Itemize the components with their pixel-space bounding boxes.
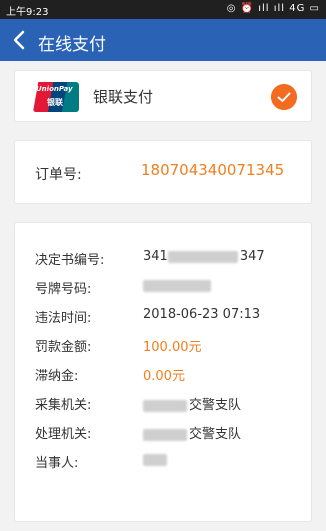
unionpay-logo: UnionPay 银联: [33, 82, 79, 112]
processing-org-value: 交警支队: [143, 423, 241, 442]
late-fee-label: 滞纳金:: [35, 369, 79, 384]
decision-number-prefix: 341: [143, 249, 168, 264]
redacted-block: [143, 453, 167, 466]
page-title: 在线支付: [38, 35, 106, 55]
decision-number-value: 341 347: [143, 249, 265, 264]
party-row: 当事人:: [15, 447, 313, 476]
decision-number-label: 决定书编号:: [35, 253, 105, 268]
redacted-block: [143, 399, 187, 412]
fine-amount-value: 100.00元: [143, 340, 202, 355]
plate-number-value: [143, 278, 213, 293]
unionpay-logo-text-en: UnionPay: [36, 85, 73, 93]
collecting-org-label: 采集机关:: [35, 398, 92, 413]
violation-time-value: 2018-06-23 07:13: [143, 307, 261, 322]
order-number-value: 180704340071345: [141, 161, 285, 179]
order-card: 订单号: 180704340071345: [14, 140, 312, 204]
app-bar: 在线支付: [0, 19, 326, 61]
payment-method-label: 银联支付: [93, 88, 154, 106]
processing-org-suffix: 交警支队: [189, 427, 242, 442]
collecting-org-value: 交警支队: [143, 394, 241, 413]
late-fee-value: 0.00元: [143, 369, 185, 384]
decision-number-suffix: 347: [239, 249, 265, 264]
redacted-block: [143, 279, 211, 292]
chevron-left-icon[interactable]: [12, 30, 28, 50]
party-value: [143, 452, 169, 467]
plate-number-label: 号牌号码:: [35, 282, 92, 297]
party-label: 当事人:: [35, 456, 79, 471]
fine-amount-row: 罚款金额: 100.00元: [15, 331, 313, 360]
violation-time-label: 违法时间:: [35, 311, 92, 326]
check-icon[interactable]: [271, 84, 297, 110]
fine-amount-label: 罚款金额:: [35, 340, 92, 355]
collecting-org-suffix: 交警支队: [189, 398, 242, 413]
decision-number-row: 决定书编号: 341 347: [15, 244, 313, 273]
redacted-block: [143, 428, 187, 441]
redacted-block: [167, 250, 238, 263]
unionpay-logo-text-cn: 银联: [47, 98, 63, 107]
processing-org-row: 处理机关: 交警支队: [15, 418, 313, 447]
collecting-org-row: 采集机关: 交警支队: [15, 389, 313, 418]
processing-org-label: 处理机关:: [35, 427, 92, 442]
order-number-label: 订单号:: [35, 167, 82, 183]
payment-method-option[interactable]: UnionPay 银联 银联支付: [14, 70, 312, 122]
late-fee-row: 滞纳金: 0.00元: [15, 360, 313, 389]
status-bar: 上午9:23 ◎ ⏰ ıll ıll 4G ▭: [0, 0, 326, 19]
plate-number-row: 号牌号码:: [15, 273, 313, 302]
status-icons: ◎ ⏰ ıll ıll 4G ▭: [226, 3, 320, 14]
status-time: 上午9:23: [6, 7, 49, 18]
violation-time-row: 违法时间: 2018-06-23 07:13: [15, 302, 313, 331]
violation-details-card: 决定书编号: 341 347 号牌号码: 违法时间: 2018-06-23 07:…: [14, 222, 312, 522]
